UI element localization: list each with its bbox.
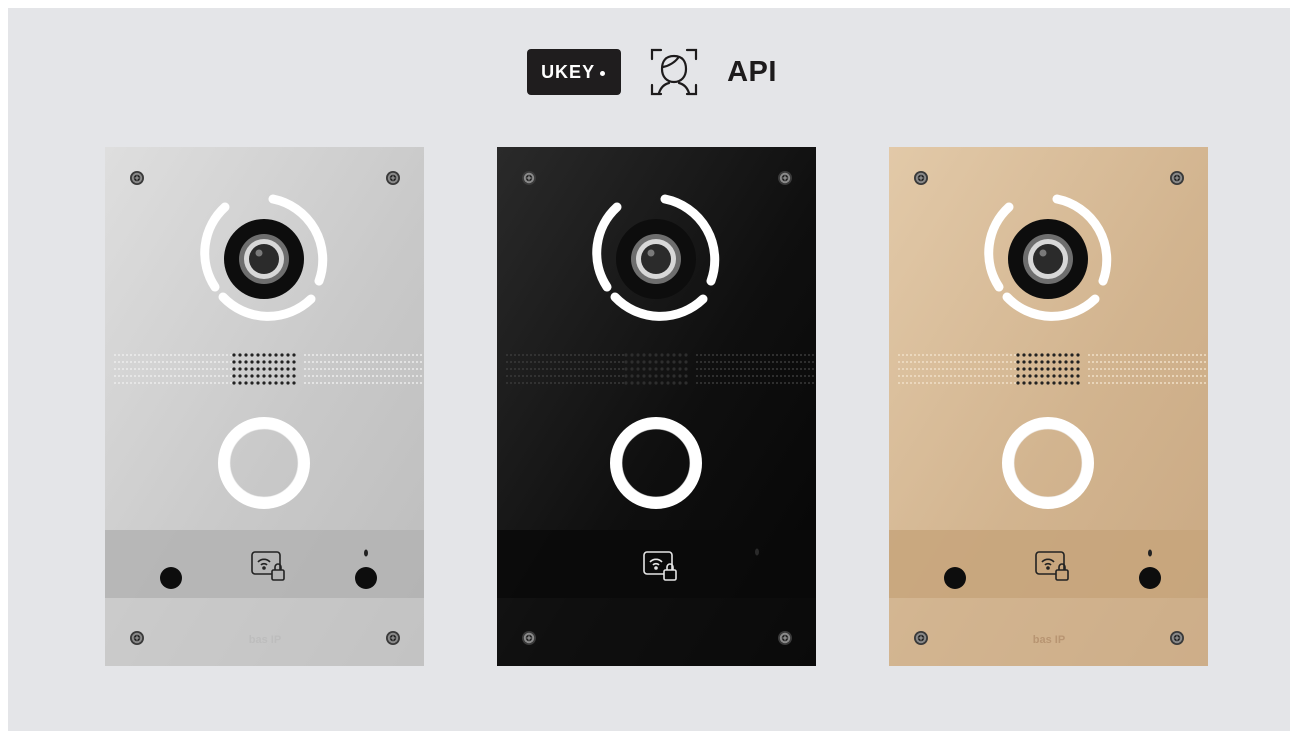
brand-logo: bas IP — [249, 634, 281, 646]
screw-icon — [130, 631, 144, 645]
screw-icon — [914, 631, 928, 645]
screw-icon — [386, 631, 400, 645]
sensor-hole — [355, 567, 377, 589]
microphone-hole — [944, 567, 966, 589]
screw-icon — [386, 171, 400, 185]
camera-lens-icon — [616, 219, 696, 299]
led-indicator — [364, 549, 368, 557]
screw-icon — [130, 171, 144, 185]
panel-graphic: bas IP — [889, 147, 1208, 666]
feature-badges: UKEY API — [8, 46, 1290, 98]
screw-icon — [522, 631, 536, 645]
intercom-panel-gold: bas IP — [889, 147, 1208, 666]
screw-icon — [1170, 631, 1184, 645]
face-recognition-icon — [650, 48, 698, 96]
brand-logo: bas IP — [1033, 634, 1065, 646]
ukey-badge: UKEY — [527, 49, 622, 95]
screw-icon — [778, 171, 792, 185]
sensor-hole — [1139, 567, 1161, 589]
screw-icon — [522, 171, 536, 185]
screw-icon — [778, 631, 792, 645]
api-label: API — [727, 55, 777, 88]
intercom-panel-black — [497, 147, 816, 666]
camera-lens-icon — [224, 219, 304, 299]
screw-icon — [914, 171, 928, 185]
product-showcase: UKEY API bas IP bas IP — [8, 8, 1290, 731]
led-indicator — [1148, 549, 1152, 557]
screw-icon — [1170, 171, 1184, 185]
panel-graphic — [497, 147, 816, 666]
ukey-dot-icon — [600, 70, 606, 76]
panel-graphic: bas IP — [105, 147, 424, 666]
camera-lens-icon — [1008, 219, 1088, 299]
intercom-panel-silver: bas IP — [105, 147, 424, 666]
led-indicator — [755, 548, 759, 556]
microphone-hole — [160, 567, 182, 589]
ukey-label: UKEY — [541, 61, 596, 82]
